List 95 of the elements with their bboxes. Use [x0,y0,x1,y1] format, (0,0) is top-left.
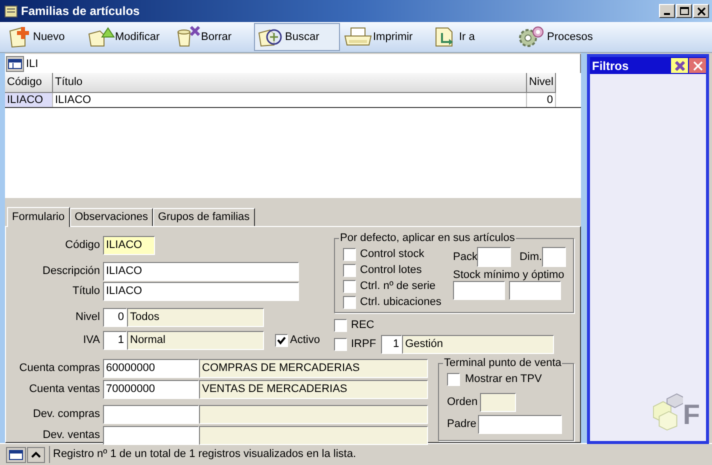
field-label: Control lotes [360,262,422,278]
account-code-field[interactable]: 60000000 [103,358,199,378]
toolbar-button[interactable]: Nuevo [4,23,84,51]
logo-letter: F [682,399,700,431]
field-label: Título [71,284,101,300]
toolbar-button[interactable]: Borrar [172,23,254,51]
order-field[interactable] [480,393,516,412]
level-name-field[interactable]: Todos [127,308,264,327]
field-label: Ctrl. ubicaciones [360,294,442,310]
group-title: Por defecto, aplicar en sus artículos [339,232,516,244]
view-toggle-button[interactable] [6,56,24,72]
field-label: Pack [453,250,478,265]
checkbox[interactable] [334,318,347,332]
field-label: Ctrl. nº de serie [360,278,436,294]
field-label: IVA [82,333,101,348]
caret-icon [31,450,41,458]
field-label: Dev. ventas [42,428,101,443]
check-icon [277,336,286,345]
field-label: Stock mínimo y óptimo [453,269,566,281]
maximize-icon [678,5,690,17]
account-name-field[interactable] [199,404,428,424]
toolbar-button[interactable]: Procesos [514,23,594,51]
account-code-field[interactable] [103,426,199,444]
table-cell: ILIACO [53,93,527,107]
field-label: Nivel [74,310,101,326]
level-code-field[interactable]: 0 [103,308,127,327]
title-field[interactable]: ILIACO [103,282,299,301]
description-field[interactable]: ILIACO [103,262,299,281]
checkbox[interactable] [343,248,356,260]
clear-filters-button[interactable] [671,58,688,73]
toolbar-button[interactable]: Buscar [254,23,340,51]
checkbox[interactable] [343,280,356,292]
toolbar-button[interactable]: Imprimir [340,23,430,51]
checkbox[interactable] [343,296,356,308]
close-button[interactable] [693,4,709,18]
status-text: Registro nº 1 de un total de 1 registros visualizados en la lista. [49,446,356,463]
field-label: Código [64,238,101,254]
panel-toggle-button[interactable] [6,446,26,462]
group-title: Terminal punto de venta [443,357,562,369]
pack-field[interactable] [477,247,512,267]
column-header[interactable]: Título [53,73,527,93]
close-icon [692,60,704,72]
tab[interactable]: Formulario [7,207,70,227]
account-name-field[interactable] [199,426,428,444]
field-label: Orden [447,395,478,410]
vat-name-field[interactable]: Normal [127,331,264,350]
bucket-x-icon [175,25,201,49]
field-label: Dev. compras [32,406,101,422]
field-label: Cuenta ventas [28,382,101,397]
tab[interactable]: Observaciones [70,208,153,226]
dim-field[interactable] [542,247,566,267]
panel-title: Filtros [592,58,630,74]
table-cell: ILIACO [5,93,53,107]
tab[interactable]: Grupos de familias [152,208,255,226]
toolbar-button[interactable]: Modificar [84,23,172,51]
vat-code-field[interactable]: 1 [103,331,127,350]
irpf-code-field[interactable]: 1 [381,335,402,354]
collapse-button[interactable] [27,446,45,462]
checkbox[interactable] [447,372,460,386]
field-label: Padre [447,417,476,432]
cubes-icon [652,391,683,431]
maximize-button[interactable] [676,4,692,18]
code-field[interactable]: ILIACO [103,236,155,255]
window-icon [9,450,23,460]
field-label: Mostrar en TPV [465,372,542,387]
field-label: REC [351,318,374,333]
checkbox[interactable] [275,334,288,347]
minimize-icon [663,13,671,15]
irpf-name-field[interactable]: Gestión [402,335,554,354]
x-icon [674,60,686,72]
account-code-field[interactable] [103,404,199,424]
field-label: Dim. [519,250,542,265]
field-label: IRPF [351,337,376,352]
account-code-field[interactable]: 70000000 [103,380,199,398]
min-stock-field[interactable] [453,281,505,300]
window-icon [8,58,22,68]
optimal-stock-field[interactable] [509,281,561,300]
minimize-button[interactable] [659,4,675,18]
checkbox[interactable] [343,264,356,276]
field-label: Cuenta compras [18,360,101,376]
table-row[interactable]: ILIACO ILIACO 0 [5,93,581,108]
window-title: Familias de artículos [21,3,140,20]
field-label: Descripción [42,264,101,280]
checkbox[interactable] [334,338,347,351]
column-header[interactable]: Código [5,73,53,93]
column-header[interactable]: Nivel [527,73,556,93]
parent-field[interactable] [478,415,562,434]
field-label: Control stock [360,246,424,262]
account-name-field[interactable]: COMPRAS DE MERCADERIAS [199,358,428,378]
app-icon [3,3,19,19]
field-label: Activo [290,333,320,348]
account-name-field[interactable]: VENTAS DE MERCADERIAS [199,380,428,398]
close-icon [694,5,708,17]
toolbar-button[interactable]: Ir a [430,23,514,51]
folder-triangle-icon [87,25,115,49]
